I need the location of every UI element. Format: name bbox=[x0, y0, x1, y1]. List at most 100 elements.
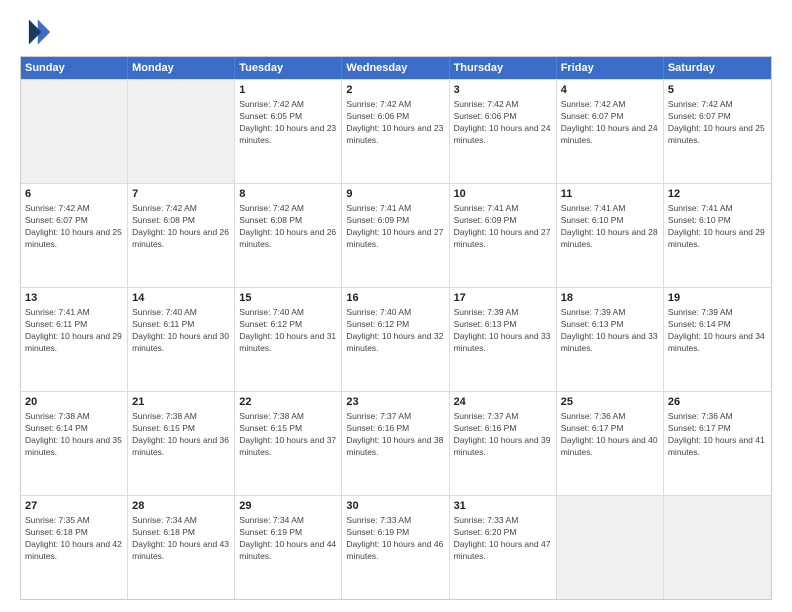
cell-info-text: Sunrise: 7:36 AM bbox=[561, 411, 659, 423]
cal-cell-day-16: 16Sunrise: 7:40 AMSunset: 6:12 PMDayligh… bbox=[342, 288, 449, 391]
cell-info-text: Sunset: 6:06 PM bbox=[346, 111, 444, 123]
cell-info-text: Sunset: 6:07 PM bbox=[668, 111, 767, 123]
cal-cell-day-23: 23Sunrise: 7:37 AMSunset: 6:16 PMDayligh… bbox=[342, 392, 449, 495]
day-number: 26 bbox=[668, 395, 767, 410]
cell-info-text: Daylight: 10 hours and 34 minutes. bbox=[668, 331, 767, 355]
day-number: 3 bbox=[454, 83, 552, 98]
cell-info-text: Sunset: 6:08 PM bbox=[239, 215, 337, 227]
cell-info-text: Sunset: 6:19 PM bbox=[346, 527, 444, 539]
cell-info-text: Sunrise: 7:42 AM bbox=[25, 203, 123, 215]
cell-info-text: Sunrise: 7:34 AM bbox=[132, 515, 230, 527]
day-number: 19 bbox=[668, 291, 767, 306]
cal-cell-day-20: 20Sunrise: 7:38 AMSunset: 6:14 PMDayligh… bbox=[21, 392, 128, 495]
day-number: 8 bbox=[239, 187, 337, 202]
cell-info-text: Sunrise: 7:36 AM bbox=[668, 411, 767, 423]
day-number: 12 bbox=[668, 187, 767, 202]
cell-info-text: Sunrise: 7:33 AM bbox=[346, 515, 444, 527]
header-day-saturday: Saturday bbox=[664, 57, 771, 79]
day-number: 31 bbox=[454, 499, 552, 514]
cell-info-text: Sunrise: 7:42 AM bbox=[454, 99, 552, 111]
day-number: 1 bbox=[239, 83, 337, 98]
cell-info-text: Sunset: 6:17 PM bbox=[561, 423, 659, 435]
cal-row-2: 6Sunrise: 7:42 AMSunset: 6:07 PMDaylight… bbox=[21, 183, 771, 287]
cal-row-4: 20Sunrise: 7:38 AMSunset: 6:14 PMDayligh… bbox=[21, 391, 771, 495]
cell-info-text: Sunrise: 7:42 AM bbox=[668, 99, 767, 111]
cal-cell-day-3: 3Sunrise: 7:42 AMSunset: 6:06 PMDaylight… bbox=[450, 80, 557, 183]
cell-info-text: Sunrise: 7:40 AM bbox=[346, 307, 444, 319]
cell-info-text: Daylight: 10 hours and 23 minutes. bbox=[239, 123, 337, 147]
cell-info-text: Daylight: 10 hours and 38 minutes. bbox=[346, 435, 444, 459]
cell-info-text: Sunset: 6:17 PM bbox=[668, 423, 767, 435]
day-number: 20 bbox=[25, 395, 123, 410]
day-number: 4 bbox=[561, 83, 659, 98]
cell-info-text: Sunset: 6:13 PM bbox=[561, 319, 659, 331]
cell-info-text: Sunset: 6:12 PM bbox=[239, 319, 337, 331]
logo bbox=[20, 16, 56, 48]
cal-cell-day-2: 2Sunrise: 7:42 AMSunset: 6:06 PMDaylight… bbox=[342, 80, 449, 183]
header-day-wednesday: Wednesday bbox=[342, 57, 449, 79]
day-number: 2 bbox=[346, 83, 444, 98]
day-number: 17 bbox=[454, 291, 552, 306]
cal-cell-empty bbox=[557, 496, 664, 599]
cell-info-text: Sunrise: 7:41 AM bbox=[668, 203, 767, 215]
cal-cell-day-27: 27Sunrise: 7:35 AMSunset: 6:18 PMDayligh… bbox=[21, 496, 128, 599]
cell-info-text: Sunset: 6:06 PM bbox=[454, 111, 552, 123]
cell-info-text: Sunrise: 7:42 AM bbox=[132, 203, 230, 215]
cell-info-text: Sunrise: 7:38 AM bbox=[25, 411, 123, 423]
day-number: 21 bbox=[132, 395, 230, 410]
page: SundayMondayTuesdayWednesdayThursdayFrid… bbox=[0, 0, 792, 612]
day-number: 7 bbox=[132, 187, 230, 202]
cell-info-text: Daylight: 10 hours and 37 minutes. bbox=[239, 435, 337, 459]
cell-info-text: Sunset: 6:10 PM bbox=[668, 215, 767, 227]
cal-cell-day-29: 29Sunrise: 7:34 AMSunset: 6:19 PMDayligh… bbox=[235, 496, 342, 599]
logo-icon bbox=[20, 16, 52, 48]
cell-info-text: Daylight: 10 hours and 26 minutes. bbox=[239, 227, 337, 251]
cal-cell-day-18: 18Sunrise: 7:39 AMSunset: 6:13 PMDayligh… bbox=[557, 288, 664, 391]
cal-cell-day-26: 26Sunrise: 7:36 AMSunset: 6:17 PMDayligh… bbox=[664, 392, 771, 495]
cal-cell-day-31: 31Sunrise: 7:33 AMSunset: 6:20 PMDayligh… bbox=[450, 496, 557, 599]
cell-info-text: Sunrise: 7:39 AM bbox=[561, 307, 659, 319]
calendar-header: SundayMondayTuesdayWednesdayThursdayFrid… bbox=[21, 57, 771, 79]
cell-info-text: Sunrise: 7:33 AM bbox=[454, 515, 552, 527]
cell-info-text: Daylight: 10 hours and 25 minutes. bbox=[668, 123, 767, 147]
cell-info-text: Sunrise: 7:37 AM bbox=[346, 411, 444, 423]
cell-info-text: Sunrise: 7:34 AM bbox=[239, 515, 337, 527]
day-number: 6 bbox=[25, 187, 123, 202]
cell-info-text: Sunrise: 7:35 AM bbox=[25, 515, 123, 527]
cal-cell-day-7: 7Sunrise: 7:42 AMSunset: 6:08 PMDaylight… bbox=[128, 184, 235, 287]
day-number: 24 bbox=[454, 395, 552, 410]
cell-info-text: Daylight: 10 hours and 42 minutes. bbox=[25, 539, 123, 563]
header-day-sunday: Sunday bbox=[21, 57, 128, 79]
header-day-tuesday: Tuesday bbox=[235, 57, 342, 79]
cell-info-text: Sunset: 6:14 PM bbox=[668, 319, 767, 331]
day-number: 18 bbox=[561, 291, 659, 306]
cell-info-text: Daylight: 10 hours and 41 minutes. bbox=[668, 435, 767, 459]
cell-info-text: Sunset: 6:09 PM bbox=[346, 215, 444, 227]
cell-info-text: Daylight: 10 hours and 44 minutes. bbox=[239, 539, 337, 563]
cal-cell-day-11: 11Sunrise: 7:41 AMSunset: 6:10 PMDayligh… bbox=[557, 184, 664, 287]
cal-cell-day-4: 4Sunrise: 7:42 AMSunset: 6:07 PMDaylight… bbox=[557, 80, 664, 183]
cell-info-text: Sunset: 6:12 PM bbox=[346, 319, 444, 331]
cal-cell-day-6: 6Sunrise: 7:42 AMSunset: 6:07 PMDaylight… bbox=[21, 184, 128, 287]
cell-info-text: Sunset: 6:19 PM bbox=[239, 527, 337, 539]
cell-info-text: Sunrise: 7:41 AM bbox=[454, 203, 552, 215]
day-number: 16 bbox=[346, 291, 444, 306]
cal-cell-day-10: 10Sunrise: 7:41 AMSunset: 6:09 PMDayligh… bbox=[450, 184, 557, 287]
cal-cell-day-24: 24Sunrise: 7:37 AMSunset: 6:16 PMDayligh… bbox=[450, 392, 557, 495]
cell-info-text: Sunset: 6:16 PM bbox=[454, 423, 552, 435]
cell-info-text: Daylight: 10 hours and 24 minutes. bbox=[454, 123, 552, 147]
cal-cell-day-21: 21Sunrise: 7:38 AMSunset: 6:15 PMDayligh… bbox=[128, 392, 235, 495]
cell-info-text: Daylight: 10 hours and 35 minutes. bbox=[25, 435, 123, 459]
cell-info-text: Sunrise: 7:40 AM bbox=[239, 307, 337, 319]
cal-row-3: 13Sunrise: 7:41 AMSunset: 6:11 PMDayligh… bbox=[21, 287, 771, 391]
day-number: 29 bbox=[239, 499, 337, 514]
cell-info-text: Daylight: 10 hours and 40 minutes. bbox=[561, 435, 659, 459]
cell-info-text: Sunrise: 7:42 AM bbox=[239, 203, 337, 215]
cell-info-text: Sunset: 6:05 PM bbox=[239, 111, 337, 123]
cell-info-text: Daylight: 10 hours and 27 minutes. bbox=[454, 227, 552, 251]
calendar: SundayMondayTuesdayWednesdayThursdayFrid… bbox=[20, 56, 772, 600]
cell-info-text: Sunset: 6:15 PM bbox=[132, 423, 230, 435]
cell-info-text: Daylight: 10 hours and 47 minutes. bbox=[454, 539, 552, 563]
day-number: 14 bbox=[132, 291, 230, 306]
header-day-thursday: Thursday bbox=[450, 57, 557, 79]
